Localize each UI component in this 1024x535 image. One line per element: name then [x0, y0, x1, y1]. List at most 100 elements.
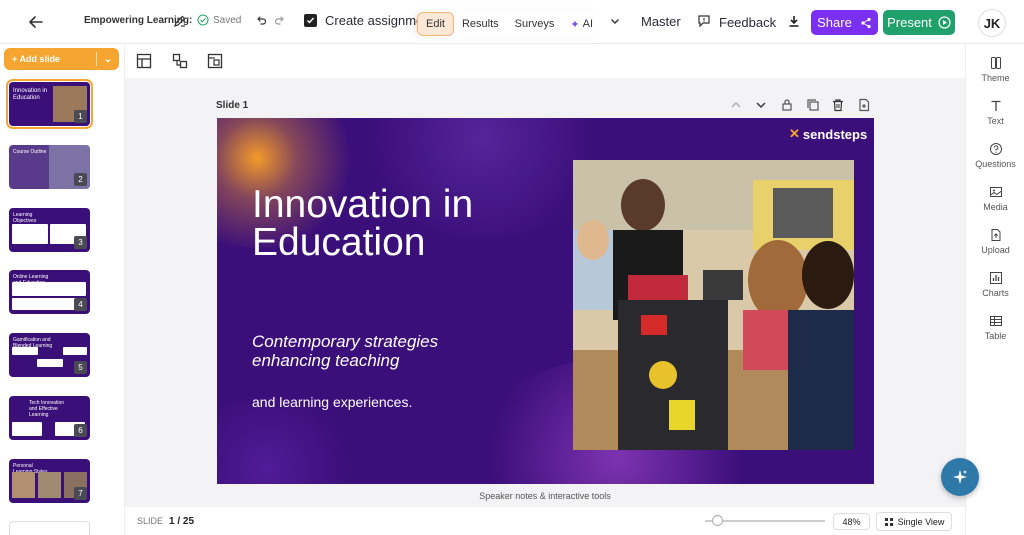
- redo-icon[interactable]: [274, 14, 286, 26]
- speaker-notes-toggle[interactable]: Speaker notes & interactive tools: [125, 485, 965, 507]
- upload-label: Upload: [981, 245, 1010, 255]
- thumbnail-photo: [38, 472, 61, 498]
- app-window: Empowering Learning: Saved Create assign…: [0, 0, 1024, 535]
- slide-number: 2: [74, 173, 87, 186]
- zoom-slider[interactable]: [705, 520, 825, 522]
- feedback-label: Feedback: [719, 15, 777, 30]
- top-bar: Empowering Learning: Saved Create assign…: [0, 0, 1024, 44]
- image-icon: [989, 187, 1002, 197]
- create-assignment-button[interactable]: Create assignment: [304, 13, 417, 28]
- brand-label: sendsteps: [802, 126, 868, 142]
- slide-thumbnail-1[interactable]: Innovation in Education 1: [6, 79, 93, 129]
- media-tool[interactable]: Media: [966, 185, 1024, 212]
- thumbnail-title: Learning Objectives: [13, 212, 37, 224]
- zoom-slider-handle[interactable]: [711, 515, 723, 526]
- thumbnail-title: Tech Innovation and Effective Learning: [29, 400, 65, 418]
- thumbnail-box: [12, 422, 42, 436]
- slide-title[interactable]: Innovation in Education: [252, 185, 552, 262]
- upload-icon: [991, 229, 1000, 241]
- undo-icon[interactable]: [255, 14, 267, 26]
- text-icon: [991, 100, 1000, 111]
- chevron-up-icon[interactable]: [729, 98, 743, 112]
- thumbnail-photo: [12, 472, 35, 498]
- upload-tool[interactable]: Upload: [966, 228, 1024, 255]
- slide-subtitle[interactable]: Contemporary strategies enhancing teachi…: [252, 332, 512, 370]
- theme-icon: [990, 57, 1001, 69]
- sendsteps-logo: ✕ sendsteps: [789, 126, 867, 142]
- add-slide-label: Add slide: [19, 54, 60, 64]
- slide-list-panel: + Add slide ⌄ Innovation in Education 1 …: [0, 44, 125, 535]
- add-page-icon[interactable]: [857, 98, 871, 112]
- right-tool-panel: Theme Text Questions Media Upload Charts…: [965, 44, 1024, 535]
- slide-thumbnail-2[interactable]: Course Outline 2: [9, 145, 90, 189]
- text-tool[interactable]: Text: [966, 99, 1024, 126]
- view-mode-button[interactable]: Single View: [876, 512, 952, 531]
- slide-thumbnail-3[interactable]: Learning Objectives 3: [9, 208, 90, 252]
- chart-icon: [989, 272, 1002, 284]
- slide-number: 4: [74, 298, 87, 311]
- glow-decoration: [217, 398, 357, 484]
- tab-results-label: Results: [461, 18, 499, 30]
- trash-icon[interactable]: [831, 98, 845, 112]
- slide-number: 1: [74, 110, 87, 123]
- slide-thumbnail-7[interactable]: Personal Learning Styles 7: [9, 459, 90, 503]
- view-mode-label: Single View: [897, 516, 945, 527]
- thumbnail-box: [12, 347, 38, 355]
- charts-tool[interactable]: Charts: [966, 271, 1024, 298]
- avatar[interactable]: JK: [978, 9, 1006, 37]
- duplicate-icon[interactable]: [806, 98, 820, 112]
- chevron-down-icon[interactable]: ⌄: [97, 54, 119, 65]
- thumbnail-title: Course Outline: [13, 149, 47, 155]
- slide-thumbnail-4[interactable]: Online Learning and Education 4.0 4: [9, 270, 90, 314]
- add-slide-button[interactable]: + Add slide ⌄: [4, 48, 119, 70]
- tab-ai[interactable]: ✦ AI: [562, 12, 604, 36]
- theme-tool[interactable]: Theme: [966, 56, 1024, 83]
- share-button[interactable]: Share: [811, 10, 878, 35]
- tab-edit[interactable]: Edit: [417, 12, 454, 36]
- slide-thumbnail-5[interactable]: Gamification and Blended Learning 5: [9, 333, 90, 377]
- sendsteps-logo-icon: ✕: [789, 126, 800, 141]
- tab-ai-label: AI: [582, 18, 594, 30]
- slide-number: 3: [74, 236, 87, 249]
- slide-canvas[interactable]: ✕ sendsteps Innovation in Education Cont…: [217, 118, 874, 484]
- back-arrow-icon[interactable]: [26, 12, 46, 32]
- arrange-icon[interactable]: [172, 53, 188, 69]
- layout-icon[interactable]: [136, 53, 152, 69]
- mode-tabs: Edit Results Surveys ✦ AI: [417, 10, 605, 38]
- present-button[interactable]: Present: [883, 10, 955, 35]
- slide-thumbnail-8[interactable]: [9, 521, 90, 535]
- questions-tool[interactable]: Questions: [966, 142, 1024, 169]
- table-label: Table: [984, 331, 1007, 341]
- share-label: Share: [817, 15, 852, 30]
- thumbnail-box: [37, 359, 63, 367]
- text-label: Text: [987, 116, 1004, 126]
- status-bar: SLIDE 1 / 25 48% Single View: [125, 507, 965, 535]
- feedback-button[interactable]: Feedback: [697, 14, 776, 31]
- tab-results[interactable]: Results: [454, 12, 507, 36]
- charts-label: Charts: [982, 288, 1009, 298]
- ai-assistant-button[interactable]: [941, 458, 979, 496]
- download-icon[interactable]: [787, 14, 801, 28]
- saved-status: Saved: [197, 14, 241, 26]
- slide-body-text[interactable]: and learning experiences.: [252, 394, 552, 410]
- sparkle-icon: ✦: [570, 18, 580, 31]
- canvas-toolbar: [125, 44, 965, 78]
- tab-surveys[interactable]: Surveys: [507, 12, 563, 36]
- lock-icon[interactable]: [780, 98, 794, 112]
- saved-label: Saved: [213, 14, 242, 26]
- slide-thumbnail-6[interactable]: Tech Innovation and Effective Learning 6: [9, 396, 90, 440]
- thumbnail-box: [12, 224, 48, 244]
- pencil-icon[interactable]: [173, 14, 187, 28]
- chevron-down-icon[interactable]: [609, 15, 621, 27]
- background-icon[interactable]: [207, 53, 223, 69]
- create-assignment-label: Create assignment: [325, 13, 417, 28]
- zoom-level[interactable]: 48%: [833, 513, 870, 530]
- master-button[interactable]: Master: [641, 14, 681, 29]
- table-tool[interactable]: Table: [966, 314, 1024, 341]
- chevron-down-icon[interactable]: [754, 98, 768, 112]
- chat-bubble-icon: [697, 14, 711, 31]
- checkbox-icon: [304, 14, 317, 27]
- play-circle-icon: [938, 16, 951, 29]
- theme-label: Theme: [981, 73, 1010, 83]
- classroom-photo[interactable]: [573, 160, 854, 450]
